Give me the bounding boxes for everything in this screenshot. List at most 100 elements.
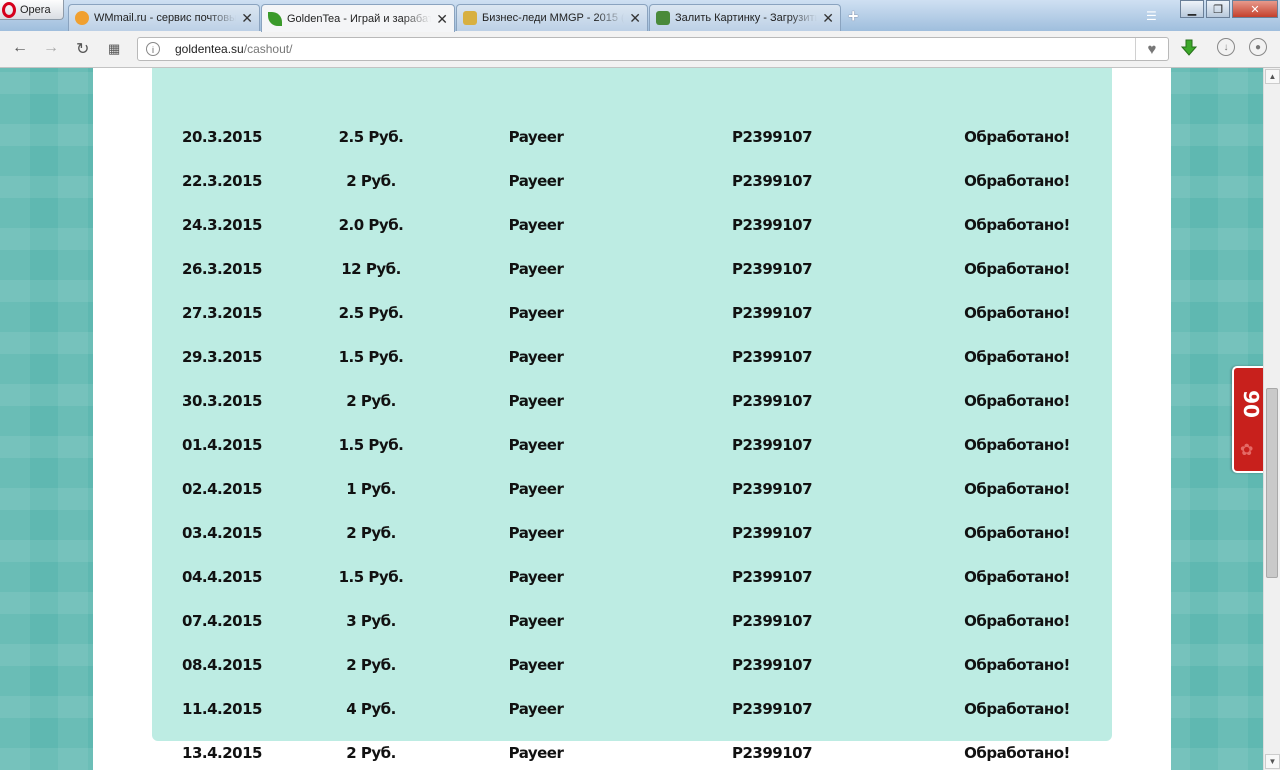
tab-image-upload[interactable]: Залить Картинку - Загрузить ✕: [649, 4, 841, 31]
cell-amount: 4 Руб.: [346, 700, 396, 718]
cell-date: 04.4.2015: [182, 568, 262, 586]
downloads-icon[interactable]: ↓: [1217, 38, 1235, 56]
address-bar[interactable]: i goldentea.su/cashout/ ♥: [137, 37, 1169, 61]
close-tab-icon[interactable]: ✕: [822, 11, 834, 25]
cell-wallet: P2399107: [731, 304, 813, 322]
cell-date: 22.3.2015: [182, 172, 262, 190]
site-info-icon[interactable]: i: [146, 42, 160, 56]
table-row: 24.3.2015 2.0 Руб. Payeer P2399107 Обработан…: [152, 203, 1112, 247]
address-text[interactable]: goldentea.su/cashout/: [175, 42, 292, 56]
close-tab-icon[interactable]: ✕: [436, 12, 448, 26]
cell-payment-system: Payeer: [508, 656, 564, 674]
cell-payment-system: Payeer: [508, 348, 564, 366]
cell-date: 24.3.2015: [182, 216, 262, 234]
cell-date: 01.4.2015: [182, 436, 262, 454]
cell-status: Обработано!: [964, 744, 1070, 762]
close-tab-icon[interactable]: ✕: [629, 11, 641, 25]
cell-date: 20.3.2015: [182, 128, 262, 146]
cell-amount: 12 Руб.: [341, 260, 401, 278]
cell-wallet: P2399107: [731, 700, 813, 718]
scroll-up-arrow-icon[interactable]: ▲: [1265, 69, 1280, 84]
cell-wallet: P2399107: [731, 172, 813, 190]
cell-status: Обработано!: [964, 656, 1070, 674]
table-row: 26.3.2015 12 Руб. Payeer P2399107 Обработано…: [152, 247, 1112, 291]
wmmail-favicon-icon: [75, 11, 89, 25]
table-row: 20.3.2015 2.5 Руб. Payeer P2399107 Обработан…: [152, 115, 1112, 159]
table-row: 04.4.2015 1.5 Руб. Payeer P2399107 Обработан…: [152, 555, 1112, 599]
account-icon[interactable]: ●: [1249, 38, 1267, 56]
tab-goldentea[interactable]: GoldenTea - Играй и зарабатывай ✕: [261, 4, 455, 32]
cell-date: 29.3.2015: [182, 348, 262, 366]
cell-payment-system: Payeer: [508, 700, 564, 718]
cell-payment-system: Payeer: [508, 524, 564, 542]
cell-date: 27.3.2015: [182, 304, 262, 322]
tab-title: WMmail.ru - сервис почтовых: [94, 12, 237, 24]
table-row: 01.4.2015 1.5 Руб. Payeer P2399107 Обработан…: [152, 423, 1112, 467]
cell-payment-system: Payeer: [508, 568, 564, 586]
cell-amount: 3 Руб.: [346, 612, 396, 630]
cell-status: Обработано!: [964, 260, 1070, 278]
back-arrow-icon[interactable]: ←: [12, 39, 28, 57]
forward-arrow-icon[interactable]: →: [43, 39, 59, 57]
tab-wmmail[interactable]: WMmail.ru - сервис почтовых ✕: [68, 4, 260, 31]
cell-amount: 2.0 Руб.: [338, 216, 404, 234]
browser-toolbar: ← → ↻ ▦ i goldentea.su/cashout/ ♥ ↓ ●: [0, 31, 1280, 68]
cell-wallet: P2399107: [731, 524, 813, 542]
new-tab-button[interactable]: +: [848, 7, 859, 25]
scrollbar-thumb[interactable]: [1266, 388, 1278, 578]
minimize-button[interactable]: ▁: [1180, 0, 1204, 18]
cell-status: Обработано!: [964, 524, 1070, 542]
close-tab-icon[interactable]: ✕: [241, 11, 253, 25]
page-scrollbar[interactable]: ▲ ▼: [1263, 68, 1280, 770]
cell-date: 07.4.2015: [182, 612, 262, 630]
cell-wallet: P2399107: [731, 436, 813, 454]
cell-wallet: P2399107: [731, 568, 813, 586]
table-row-partial: [152, 68, 1112, 78]
paw-icon: ✿: [1240, 442, 1254, 459]
tab-title: GoldenTea - Играй и зарабатывай: [287, 12, 432, 25]
tab-menu-icon[interactable]: ☰: [1146, 9, 1157, 23]
cell-amount: 2.5 Руб.: [338, 304, 404, 322]
cell-status: Обработано!: [964, 128, 1070, 146]
speed-dial-grid-icon[interactable]: ▦: [108, 41, 120, 57]
tab-mmgp[interactable]: Бизнес-леди MMGP - 2015 (н ✕: [456, 4, 648, 31]
cell-payment-system: Payeer: [508, 260, 564, 278]
cell-wallet: P2399107: [731, 656, 813, 674]
opera-menu-button[interactable]: Opera: [0, 0, 64, 20]
image-upload-favicon-icon: [656, 11, 670, 25]
opera-menu-label: Opera: [20, 3, 51, 16]
cell-wallet: P2399107: [731, 216, 813, 234]
cell-amount: 2 Руб.: [346, 744, 396, 762]
table-row: 11.4.2015 4 Руб. Payeer P2399107 Обработано!: [152, 687, 1112, 731]
mmgp-favicon-icon: [463, 11, 477, 25]
scroll-down-arrow-icon[interactable]: ▼: [1265, 754, 1280, 769]
cell-payment-system: Payeer: [508, 216, 564, 234]
cell-amount: 2 Руб.: [346, 392, 396, 410]
cell-payment-system: Payeer: [508, 304, 564, 322]
tab-title: Бизнес-леди MMGP - 2015 (н: [482, 12, 625, 24]
content-column: 20.3.2015 2.5 Руб. Payeer P2399107 Обработан…: [93, 68, 1171, 770]
bookmark-heart-icon[interactable]: ♥: [1135, 38, 1168, 60]
address-domain: goldentea.su: [175, 42, 244, 56]
cell-status: Обработано!: [964, 480, 1070, 498]
download-extension-icon[interactable]: [1179, 38, 1199, 58]
table-row: 03.4.2015 2 Руб. Payeer P2399107 Обработано!: [152, 511, 1112, 555]
cell-status: Обработано!: [964, 436, 1070, 454]
cell-wallet: P2399107: [731, 744, 813, 762]
cell-amount: 1.5 Руб.: [338, 348, 404, 366]
cell-status: Обработано!: [964, 348, 1070, 366]
cell-status: Обработано!: [964, 304, 1070, 322]
close-window-button[interactable]: ✕: [1232, 0, 1278, 18]
side-promo-badge[interactable]: 90 ✿: [1232, 366, 1264, 473]
cell-wallet: P2399107: [731, 260, 813, 278]
maximize-button[interactable]: ❐: [1206, 0, 1230, 18]
cell-payment-system: Payeer: [508, 744, 564, 762]
table-row: 29.3.2015 1.5 Руб. Payeer P2399107 Обработан…: [152, 335, 1112, 379]
cell-date: 02.4.2015: [182, 480, 262, 498]
cell-amount: 2.5 Руб.: [338, 128, 404, 146]
reload-icon[interactable]: ↻: [76, 39, 89, 59]
cell-date: 11.4.2015: [182, 700, 262, 718]
cell-status: Обработано!: [964, 216, 1070, 234]
cashout-table: 20.3.2015 2.5 Руб. Payeer P2399107 Обработан…: [152, 68, 1112, 762]
cell-status: Обработано!: [964, 612, 1070, 630]
